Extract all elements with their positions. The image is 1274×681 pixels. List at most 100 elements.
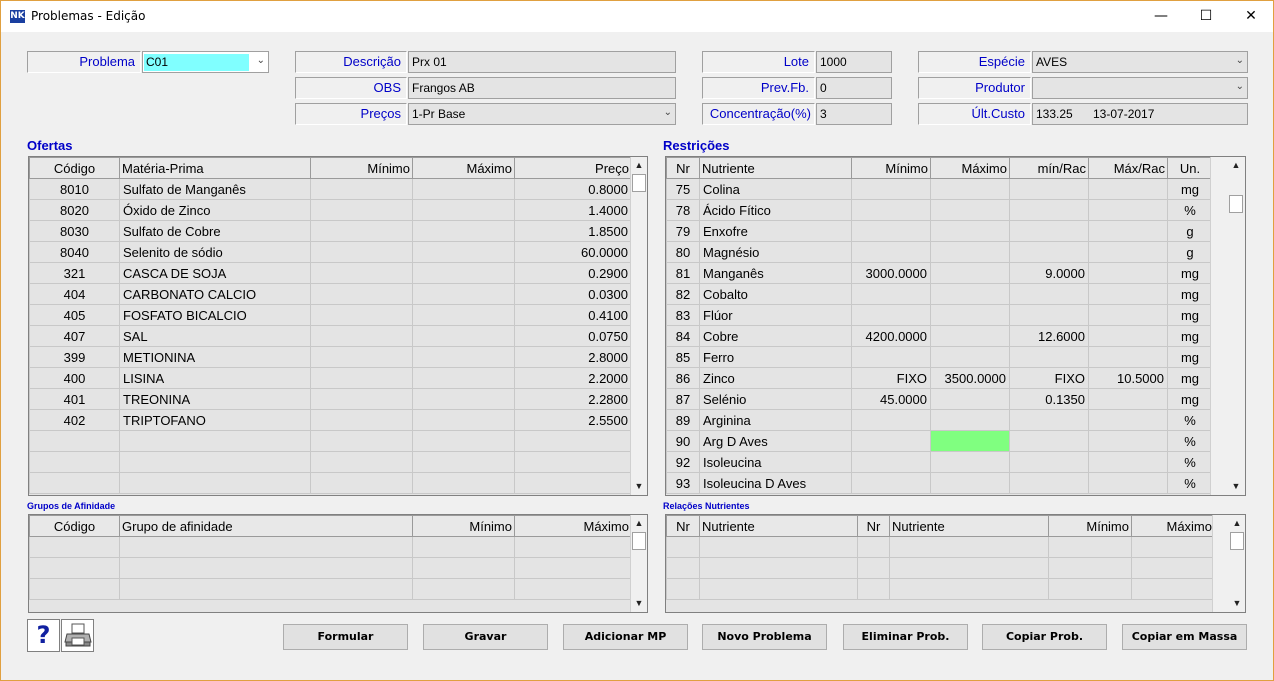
ofertas-grid[interactable]: Código Matéria-Prima Mínimo Máximo Preço… — [28, 156, 648, 496]
col-header-nutriente-2[interactable]: Nutriente — [889, 515, 1049, 537]
cell-nr[interactable]: 93 — [666, 472, 700, 494]
copiar-em-massa-button[interactable]: Copiar em Massa — [1122, 624, 1247, 650]
cell-maximo[interactable] — [412, 241, 515, 263]
cell-codigo[interactable]: 401 — [29, 388, 120, 410]
cell-materia-prima[interactable]: Selenito de sódio — [119, 241, 311, 263]
print-button[interactable] — [61, 619, 94, 652]
cell-preco[interactable]: 1.4000 — [514, 199, 632, 221]
cell-maximo[interactable] — [412, 178, 515, 200]
table-row[interactable]: 86 Zinco FIXO 3500.0000 FIXO 10.5000 mg — [666, 367, 1213, 389]
cell-preco[interactable]: 60.0000 — [514, 241, 632, 263]
cell-maximo[interactable] — [930, 451, 1010, 473]
table-row[interactable]: 87 Selénio 45.0000 0.1350 mg — [666, 388, 1213, 410]
cell-preco[interactable]: 2.8000 — [514, 346, 632, 368]
col-header-materia-prima[interactable]: Matéria-Prima — [119, 157, 311, 179]
especie-combo[interactable]: AVES ⌄ — [1032, 51, 1248, 73]
cell-minimo[interactable]: 4200.0000 — [851, 325, 931, 347]
table-row[interactable]: 8010 Sulfato de Manganês 0.8000 — [29, 178, 632, 200]
cell-max-rac[interactable] — [1088, 430, 1168, 452]
cell-maximo[interactable] — [412, 388, 515, 410]
cell-minimo[interactable] — [310, 430, 413, 452]
cell-nr[interactable]: 92 — [666, 451, 700, 473]
scroll-up-icon[interactable]: ▲ — [631, 515, 647, 532]
table-row[interactable]: 84 Cobre 4200.0000 12.6000 mg — [666, 325, 1213, 347]
cell-unidade[interactable]: % — [1167, 472, 1213, 494]
cell-minimo[interactable] — [310, 199, 413, 221]
cell-nutriente[interactable]: Ferro — [699, 346, 852, 368]
cell-min-rac[interactable] — [1009, 346, 1089, 368]
cell-maximo[interactable] — [412, 304, 515, 326]
minimize-button[interactable]: — — [1138, 1, 1184, 32]
cell-minimo[interactable] — [310, 241, 413, 263]
cell-preco[interactable]: 0.4100 — [514, 304, 632, 326]
cell-codigo[interactable]: 400 — [29, 367, 120, 389]
cell-minimo[interactable]: 45.0000 — [851, 388, 931, 410]
cell-max-rac[interactable] — [1088, 409, 1168, 431]
cell-unidade[interactable]: g — [1167, 241, 1213, 263]
problema-combo[interactable]: C01 ⌄ — [142, 51, 269, 73]
cell-materia-prima[interactable] — [119, 430, 311, 452]
cell-max-rac[interactable] — [1088, 241, 1168, 263]
cell-nutriente[interactable]: Arginina — [699, 409, 852, 431]
cell-max-rac[interactable] — [1088, 220, 1168, 242]
table-row[interactable]: 404 CARBONATO CALCIO 0.0300 — [29, 283, 632, 305]
table-row[interactable]: 402 TRIPTOFANO 2.5500 — [29, 409, 632, 431]
cell-nr[interactable]: 80 — [666, 241, 700, 263]
cell-nr[interactable]: 83 — [666, 304, 700, 326]
table-row[interactable]: 8030 Sulfato de Cobre 1.8500 — [29, 220, 632, 242]
cell-max-rac[interactable] — [1088, 178, 1168, 200]
col-header-minimo[interactable]: Mínimo — [851, 157, 931, 179]
col-header-max-rac[interactable]: Máx/Rac — [1088, 157, 1168, 179]
cell-preco[interactable]: 1.8500 — [514, 220, 632, 242]
cell-minimo[interactable] — [310, 451, 413, 473]
cell-codigo[interactable]: 404 — [29, 283, 120, 305]
cell-preco[interactable]: 0.2900 — [514, 262, 632, 284]
scroll-thumb[interactable] — [1230, 532, 1244, 550]
help-button[interactable]: ? — [27, 619, 60, 652]
restricoes-grid[interactable]: Nr Nutriente Mínimo Máximo mín/Rac Máx/R… — [665, 156, 1246, 496]
close-button[interactable]: ✕ — [1228, 1, 1274, 32]
cell-minimo[interactable]: 3000.0000 — [851, 262, 931, 284]
cell-unidade[interactable]: mg — [1167, 346, 1213, 368]
cell-min-rac[interactable]: FIXO — [1009, 367, 1089, 389]
cell-nr[interactable]: 79 — [666, 220, 700, 242]
relacoes-grid[interactable]: Nr Nutriente Nr Nutriente Mínimo Máximo … — [665, 514, 1246, 613]
cell-max-rac[interactable] — [1088, 199, 1168, 221]
cell-max-rac[interactable] — [1088, 346, 1168, 368]
cell-minimo[interactable] — [851, 430, 931, 452]
cell-min-rac[interactable]: 9.0000 — [1009, 262, 1089, 284]
table-row[interactable] — [29, 557, 632, 579]
cell-preco[interactable] — [514, 451, 632, 473]
scroll-up-icon[interactable]: ▲ — [1228, 157, 1244, 174]
cell-nr[interactable]: 90 — [666, 430, 700, 452]
title-bar[interactable]: NK Problemas - Edição — ☐ ✕ — [1, 1, 1273, 32]
cell-min-rac[interactable] — [1009, 220, 1089, 242]
cell-preco[interactable]: 2.2800 — [514, 388, 632, 410]
col-header-maximo[interactable]: Máximo — [412, 157, 515, 179]
cell-maximo[interactable] — [412, 346, 515, 368]
cell-nutriente[interactable]: Colina — [699, 178, 852, 200]
cell-codigo[interactable]: 8010 — [29, 178, 120, 200]
cell-minimo[interactable] — [851, 199, 931, 221]
cell-minimo[interactable] — [310, 220, 413, 242]
scroll-down-icon[interactable]: ▼ — [1229, 595, 1245, 612]
obs-field[interactable]: Frangos AB — [408, 77, 676, 99]
table-row[interactable]: 8040 Selenito de sódio 60.0000 — [29, 241, 632, 263]
formular-button[interactable]: Formular — [283, 624, 408, 650]
scroll-up-icon[interactable]: ▲ — [631, 157, 647, 174]
cell-nutriente[interactable]: Flúor — [699, 304, 852, 326]
col-header-nr[interactable]: Nr — [666, 515, 700, 537]
col-header-codigo[interactable]: Código — [29, 515, 120, 537]
cell-unidade[interactable]: g — [1167, 220, 1213, 242]
cell-unidade[interactable]: mg — [1167, 325, 1213, 347]
copiar-prob-button[interactable]: Copiar Prob. — [982, 624, 1107, 650]
cell-unidade[interactable]: mg — [1167, 367, 1213, 389]
cell-maximo[interactable] — [412, 199, 515, 221]
cell-minimo[interactable] — [310, 472, 413, 494]
cell-min-rac[interactable] — [1009, 199, 1089, 221]
cell-minimo[interactable] — [851, 472, 931, 494]
cell-nr[interactable]: 89 — [666, 409, 700, 431]
cell-minimo[interactable]: FIXO — [851, 367, 931, 389]
cell-preco[interactable]: 2.5500 — [514, 409, 632, 431]
cell-unidade[interactable]: mg — [1167, 304, 1213, 326]
